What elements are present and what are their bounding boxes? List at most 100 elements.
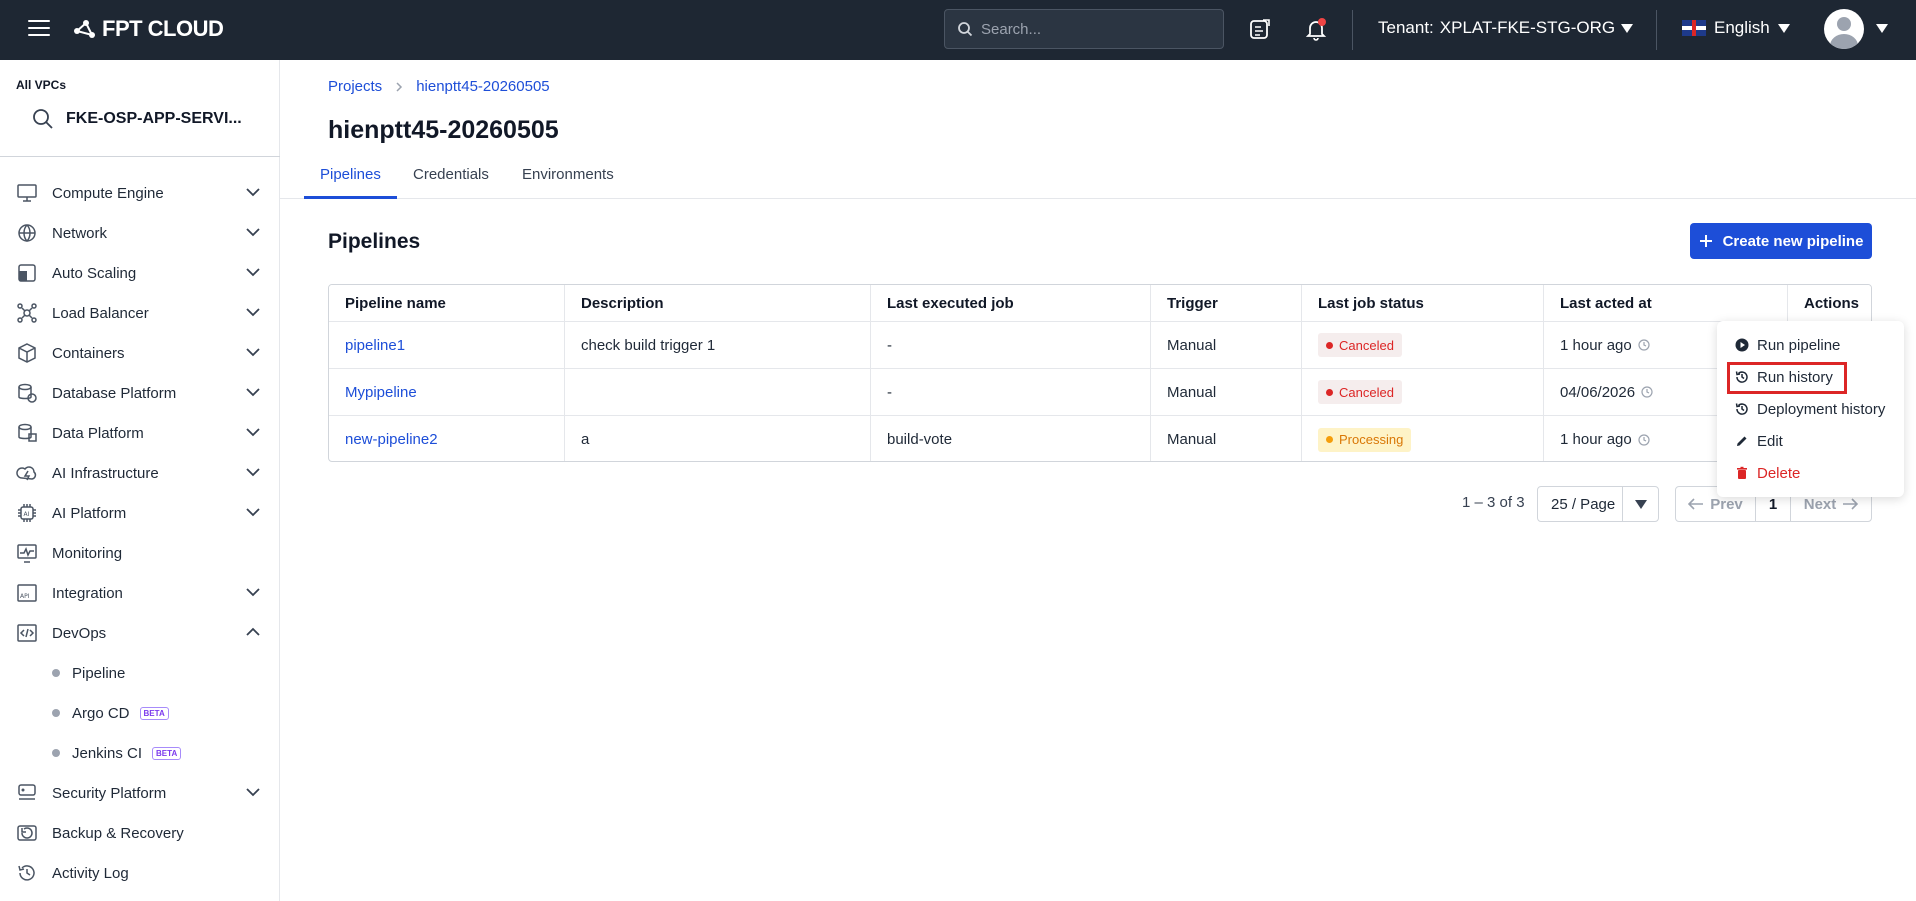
search-box[interactable]	[944, 9, 1224, 49]
sidebar-subitem-jenkins-ci[interactable]: Jenkins CI BETA	[0, 733, 280, 773]
sidebar-item-ai-infrastructure[interactable]: AI Infrastructure	[0, 453, 280, 493]
chevron-down-icon	[1777, 23, 1790, 33]
sidebar-subitem-label: Pipeline	[72, 664, 126, 682]
shield-icon-wrapper	[16, 782, 38, 804]
menu-item-delete[interactable]: Delete	[1717, 457, 1904, 489]
sidebar-item-ai-platform[interactable]: AI AI Platform	[0, 493, 280, 533]
api-icon: API	[17, 584, 37, 602]
sidebar-item-label: Compute Engine	[52, 184, 164, 202]
svg-text:AI: AI	[24, 511, 30, 518]
clock-icon	[1638, 433, 1650, 446]
notification-bell-icon[interactable]	[1304, 17, 1328, 41]
auto-scaling-icon	[18, 264, 36, 282]
last-job-cell: build-vote	[887, 431, 953, 448]
tab-bar: Pipelines Credentials Environments	[280, 156, 1916, 199]
page-title: hienptt45-20260505	[328, 116, 559, 144]
search-input[interactable]	[981, 20, 1201, 38]
language-selector[interactable]: English	[1682, 18, 1790, 38]
sidebar-item-network[interactable]: Network	[0, 213, 280, 253]
table-row: Mypipeline - Manual Canceled 04/06/2026	[329, 369, 1871, 416]
status-badge: Canceled	[1318, 380, 1402, 404]
logo-text: FPT CLOUD	[102, 16, 224, 41]
tab-environments[interactable]: Environments	[506, 156, 630, 199]
language-label: English	[1714, 18, 1770, 37]
sidebar-item-integration[interactable]: API Integration	[0, 573, 280, 613]
create-pipeline-button[interactable]: Create new pipeline	[1690, 223, 1872, 259]
pipeline-name-link[interactable]: pipeline1	[345, 337, 405, 354]
menu-item-run-pipeline[interactable]: Run pipeline	[1717, 329, 1904, 361]
trigger-cell: Manual	[1167, 383, 1217, 401]
status-dot	[1326, 436, 1333, 443]
notes-icon[interactable]	[1248, 17, 1272, 41]
sidebar-subitem-pipeline[interactable]: Pipeline	[0, 653, 280, 693]
tab-credentials[interactable]: Credentials	[397, 156, 505, 199]
chevron-down-icon[interactable]	[246, 507, 260, 517]
sidebar-item-database-platform[interactable]: Database Platform	[0, 373, 280, 413]
logo[interactable]: FPT CLOUD	[72, 16, 224, 42]
sidebar-item-security-platform[interactable]: Security Platform	[0, 773, 280, 813]
sidebar-item-label: AI Infrastructure	[52, 464, 159, 482]
sidebar-item-monitoring[interactable]: Monitoring	[0, 533, 280, 573]
menu-item-edit[interactable]: Edit	[1717, 425, 1904, 457]
header-divider	[1656, 10, 1657, 50]
sidebar-subitem-label: Jenkins CI	[72, 744, 143, 762]
avatar[interactable]	[1824, 9, 1864, 49]
chevron-down-icon[interactable]	[246, 227, 260, 237]
tenant-selector[interactable]: Tenant: XPLAT-FKE-STG-ORG	[1378, 18, 1634, 38]
search-icon	[33, 109, 53, 129]
chevron-down-icon[interactable]	[246, 267, 260, 277]
pipeline-name-link[interactable]: Mypipeline	[345, 384, 417, 401]
sidebar-item-devops[interactable]: DevOps	[0, 613, 280, 653]
tenant-value: XPLAT-FKE-STG-ORG	[1439, 18, 1616, 37]
chevron-down-icon[interactable]	[246, 387, 260, 397]
sidebar-item-activity-log[interactable]: Activity Log	[0, 853, 280, 893]
sidebar-subitem-argo-cd[interactable]: Argo CD BETA	[0, 693, 280, 733]
menu-item-deployment-history[interactable]: Deployment history	[1717, 393, 1904, 425]
chevron-down-icon[interactable]	[1623, 499, 1658, 509]
status-dot	[1326, 388, 1333, 396]
chevron-down-icon[interactable]	[246, 187, 260, 197]
sidebar-item-label: Auto Scaling	[52, 264, 137, 282]
sidebar-item-auto-scaling[interactable]: Auto Scaling	[0, 253, 280, 293]
menu-item-label: Run pipeline	[1757, 336, 1841, 354]
breadcrumb-current[interactable]: hienptt45-20260505	[416, 78, 549, 95]
breadcrumb: Projects hienptt45-20260505	[328, 78, 550, 95]
chevron-down-icon[interactable]	[246, 467, 260, 477]
ai-chip-icon: AI	[18, 504, 36, 522]
sidebar-item-compute-engine[interactable]: Compute Engine	[0, 173, 280, 213]
sidebar-subitem-label: Argo CD	[72, 704, 130, 722]
chevron-down-icon[interactable]	[246, 307, 260, 317]
globe-icon	[18, 224, 36, 243]
pipelines-table: Pipeline name Description Last executed …	[328, 284, 1872, 462]
section-title: Pipelines	[328, 230, 421, 253]
arrow-right-icon	[1843, 498, 1859, 510]
chevron-down-icon[interactable]	[246, 347, 260, 357]
uk-flag-icon	[1682, 20, 1706, 36]
chevron-down-icon[interactable]	[246, 427, 260, 437]
chevron-right-icon	[396, 81, 403, 92]
sidebar-item-label: Monitoring	[52, 544, 123, 562]
sidebar-item-containers[interactable]: Containers	[0, 333, 280, 373]
page-size-value: 25 / Page	[1538, 487, 1623, 521]
vpc-selector[interactable]: FKE-OSP-APP-SERVI...	[32, 108, 242, 130]
trigger-cell: Manual	[1167, 336, 1217, 354]
sidebar-item-data-platform[interactable]: Data Platform	[0, 413, 280, 453]
chevron-down-icon[interactable]	[246, 587, 260, 597]
pipeline-name-link[interactable]: new-pipeline2	[345, 431, 438, 448]
avatar-chevron-down-icon[interactable]	[1876, 24, 1888, 33]
sidebar-item-load-balancer[interactable]: Load Balancer	[0, 293, 280, 333]
tab-pipelines[interactable]: Pipelines	[304, 156, 397, 199]
beta-badge: BETA	[139, 706, 169, 720]
chevron-up-icon[interactable]	[246, 627, 260, 637]
breadcrumb-projects-link[interactable]: Projects	[328, 78, 382, 95]
clock-icon	[1638, 339, 1650, 351]
sidebar-item-backup-and-recovery[interactable]: Backup & Recovery	[0, 813, 280, 853]
box-icon-wrapper	[16, 342, 38, 364]
sidebar-item-label: Security Platform	[52, 784, 167, 802]
status-badge: Canceled	[1318, 333, 1402, 357]
chevron-down-icon[interactable]	[246, 787, 260, 797]
page-size-select[interactable]: 25 / Page	[1537, 486, 1659, 522]
status-dot	[1326, 341, 1333, 349]
hamburger-menu-icon[interactable]	[28, 20, 50, 38]
ai-chip-icon-wrapper: AI	[16, 502, 38, 524]
